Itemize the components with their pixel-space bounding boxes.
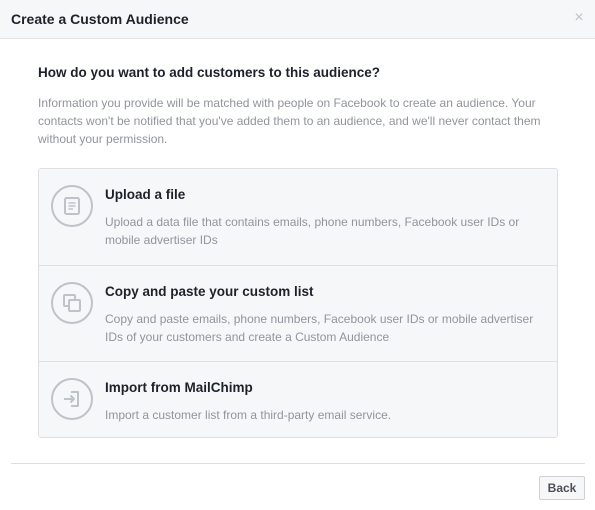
copy-icon xyxy=(51,282,93,324)
option-title: Copy and paste your custom list xyxy=(105,284,314,299)
footer-divider xyxy=(11,463,585,464)
option-description: Upload a data file that contains emails,… xyxy=(105,215,520,247)
option-title: Upload a file xyxy=(105,187,186,202)
upload-file-option[interactable]: Upload a file Upload a data file that co… xyxy=(39,169,557,265)
option-description: Import a customer list from a third-part… xyxy=(105,408,392,422)
import-mailchimp-option[interactable]: Import from MailChimp Import a customer … xyxy=(39,361,557,437)
privacy-description: Information you provide will be matched … xyxy=(38,96,541,146)
option-title: Import from MailChimp xyxy=(105,380,253,395)
option-description: Copy and paste emails, phone numbers, Fa… xyxy=(105,312,534,344)
create-custom-audience-dialog: Create a Custom Audience × How do you wa… xyxy=(0,0,595,510)
question-heading: How do you want to add customers to this… xyxy=(38,65,381,80)
import-icon xyxy=(51,378,93,420)
file-icon xyxy=(51,185,93,227)
close-icon[interactable]: × xyxy=(571,9,587,27)
back-button[interactable]: Back xyxy=(539,476,585,500)
audience-source-options: Upload a file Upload a data file that co… xyxy=(38,168,558,438)
dialog-title: Create a Custom Audience xyxy=(11,11,189,27)
dialog-header: Create a Custom Audience × xyxy=(0,0,595,39)
copy-paste-list-option[interactable]: Copy and paste your custom list Copy and… xyxy=(39,265,557,361)
